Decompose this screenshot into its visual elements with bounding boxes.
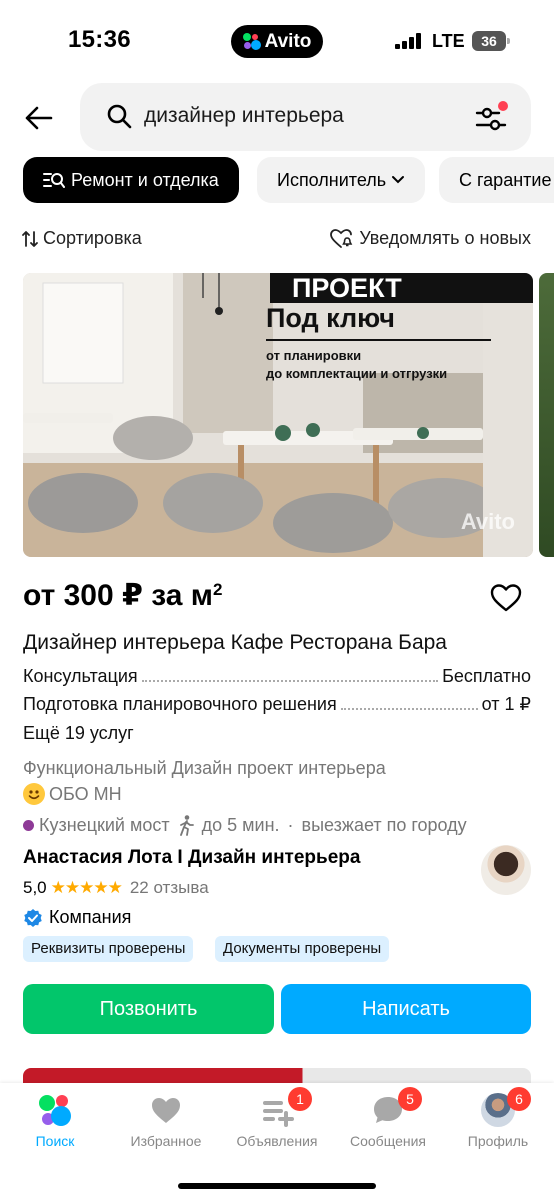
walking-icon [179, 815, 194, 836]
promo-title-line1: ПРОЕКТ [270, 273, 533, 303]
rating-value: 5,0 [23, 878, 47, 897]
promo-title-line2: Под ключ [266, 303, 395, 333]
chip-label: С гарантие [459, 169, 552, 190]
promo-subtitle-line2: до комплектации и отгрузки [266, 366, 448, 381]
obo-text: ОБО МН [49, 783, 122, 804]
promo-subtitle-line1: от планировки [266, 348, 362, 363]
rating-stars-icon: ★★★★★ [50, 878, 123, 897]
listing-title[interactable]: Дизайнер интерьера Кафе Ресторана Бара [23, 631, 447, 655]
more-services-link[interactable]: Ещё 19 услуг [23, 723, 134, 744]
notify-new-button[interactable]: Уведомлять о новых [330, 228, 531, 249]
chip-guarantee[interactable]: С гарантие [439, 157, 554, 203]
chip-repair[interactable]: Ремонт и отделка [23, 157, 239, 203]
metro-station: Кузнецкий мост [39, 814, 170, 835]
seller-rating: 5,0 ★★★★★ 22 отзыва [23, 878, 209, 898]
battery-level: 36 [472, 31, 506, 51]
smiley-emoji-icon [23, 783, 45, 805]
call-button[interactable]: Позвонить [23, 984, 274, 1034]
listing-photo[interactable]: ПРОЕКТ Под ключ от планировки до комплек… [23, 273, 533, 557]
badge-requisites-verified: Реквизиты проверены [23, 936, 194, 962]
walk-time: до 5 мин. [201, 814, 280, 835]
promo-divider [266, 339, 491, 341]
service-row: Подготовка планировочного решения от 1 ₽ [23, 694, 531, 715]
chevron-down-icon [392, 176, 405, 184]
sort-arrows-icon [22, 230, 38, 247]
tab-label: Поиск [35, 1133, 75, 1149]
tab-messages[interactable]: Сообщения 5 [333, 1083, 443, 1163]
tab-ads[interactable]: Объявления 1 [222, 1083, 332, 1163]
tab-label: Объявления [236, 1133, 318, 1149]
filter-settings-icon[interactable] [475, 101, 509, 133]
tab-label: Профиль [467, 1133, 529, 1149]
seller-avatar[interactable] [481, 845, 531, 895]
back-arrow-icon[interactable] [22, 98, 56, 138]
separator-dot: · [287, 814, 294, 835]
dynamic-island: Avito [231, 25, 323, 58]
notification-badge: 6 [507, 1087, 531, 1111]
service-row: Консультация Бесплатно [23, 666, 531, 687]
search-input[interactable]: дизайнер интерьера [80, 83, 531, 151]
notification-badge: 1 [288, 1087, 312, 1111]
service-name: Консультация [23, 666, 138, 686]
tab-label: Сообщения [350, 1133, 426, 1149]
search-query: дизайнер интерьера [144, 104, 344, 127]
avito-logo-icon [242, 32, 261, 51]
home-indicator [178, 1183, 376, 1189]
signal-icon [395, 33, 423, 49]
location-row: Кузнецкий мост до 5 мин. · выезжает по г… [23, 814, 467, 836]
chip-executor[interactable]: Исполнитель [257, 157, 426, 203]
sort-label: Сортировка [43, 228, 142, 248]
status-bar: 15:36 Avito LTE 36 [0, 0, 554, 80]
price-unit-sup: 2 [212, 580, 223, 599]
reviews-count[interactable]: 22 отзыва [130, 878, 209, 898]
list-search-icon [43, 173, 65, 188]
listing-price: от 300 ₽ за м2 [23, 578, 222, 613]
verified-badge-icon [24, 908, 42, 927]
chip-label: Исполнитель [277, 169, 387, 190]
service-value: от 1 ₽ [481, 694, 531, 714]
travel-info: выезжает по городу [301, 814, 467, 835]
service-value: Бесплатно [442, 666, 531, 686]
seller-name[interactable]: Анастасия Лота I Дизайн интерьера [23, 847, 360, 869]
avito-search-icon [39, 1095, 71, 1126]
sort-button[interactable]: Сортировка [22, 228, 142, 249]
tab-search[interactable]: Поиск [0, 1083, 110, 1163]
category-chips: Ремонт и отделка Исполнитель С гарантие [0, 157, 554, 205]
network-type: LTE [432, 31, 465, 51]
heart-bell-icon [330, 228, 353, 248]
seller-type: Компания [23, 907, 131, 928]
tab-profile[interactable]: Профиль 6 [443, 1083, 553, 1163]
avito-watermark: Avito [460, 509, 515, 534]
chip-label: Ремонт и отделка [71, 169, 219, 190]
status-time: 15:36 [68, 26, 131, 53]
badge-documents-verified: Документы проверены [215, 936, 390, 962]
favorite-heart-icon[interactable] [490, 583, 522, 613]
search-icon [107, 104, 132, 129]
island-label: Avito [264, 30, 312, 52]
metro-line-dot [23, 819, 34, 831]
notification-badge: 5 [398, 1087, 422, 1111]
tab-favorites[interactable]: Избранное [111, 1083, 221, 1163]
service-name: Подготовка планировочного решения [23, 694, 337, 714]
next-photo-peek[interactable] [539, 273, 554, 557]
tab-label: Избранное [130, 1133, 202, 1149]
price-text: от 300 ₽ за м [23, 579, 213, 612]
battery-icon: 36 [472, 31, 510, 51]
notify-label: Уведомлять о новых [359, 228, 531, 248]
listing-description: Функциональный Дизайн проект интерьера [23, 758, 386, 778]
seller-type-label: Компания [49, 907, 132, 927]
write-button[interactable]: Написать [281, 984, 531, 1034]
listing-obo: ОБО МН [23, 783, 122, 805]
heart-icon [152, 1098, 180, 1123]
